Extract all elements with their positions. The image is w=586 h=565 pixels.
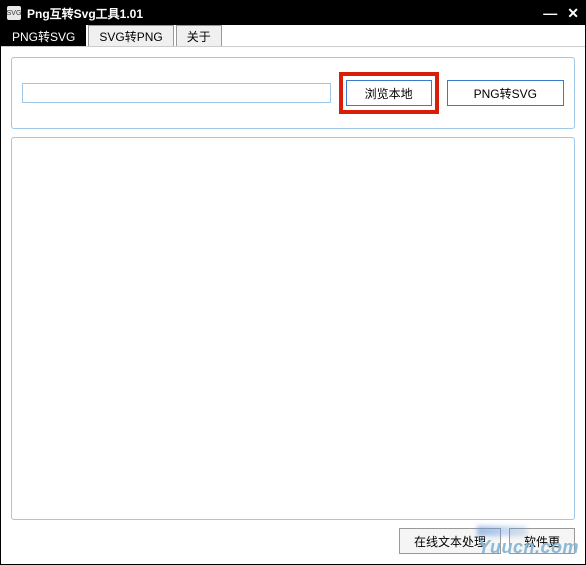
convert-button[interactable]: PNG转SVG (447, 80, 564, 106)
titlebar[interactable]: SVG Png互转Svg工具1.01 — ✕ (1, 1, 585, 25)
window-title: Png互转Svg工具1.01 (27, 5, 543, 22)
bottom-bar: 在线文本处理 软件更 (11, 520, 575, 554)
output-panel (11, 137, 575, 520)
app-icon: SVG (7, 6, 21, 20)
online-text-button[interactable]: 在线文本处理 (399, 528, 501, 554)
tab-bar: PNG转SVG SVG转PNG 关于 (1, 25, 585, 47)
content-area: 浏览本地 PNG转SVG 在线文本处理 软件更 (1, 47, 585, 564)
file-path-input[interactable] (22, 83, 331, 103)
browse-button[interactable]: 浏览本地 (346, 80, 432, 106)
tab-about[interactable]: 关于 (176, 25, 222, 46)
input-panel: 浏览本地 PNG转SVG (11, 57, 575, 129)
highlight-box: 浏览本地 (339, 72, 439, 114)
software-update-button[interactable]: 软件更 (509, 528, 575, 554)
tab-svg2png[interactable]: SVG转PNG (88, 25, 173, 46)
window-controls: — ✕ (543, 5, 579, 22)
tab-png2svg[interactable]: PNG转SVG (1, 25, 86, 46)
app-window: SVG Png互转Svg工具1.01 — ✕ PNG转SVG SVG转PNG 关… (0, 0, 586, 565)
close-button[interactable]: ✕ (567, 5, 579, 22)
minimize-button[interactable]: — (543, 5, 557, 22)
